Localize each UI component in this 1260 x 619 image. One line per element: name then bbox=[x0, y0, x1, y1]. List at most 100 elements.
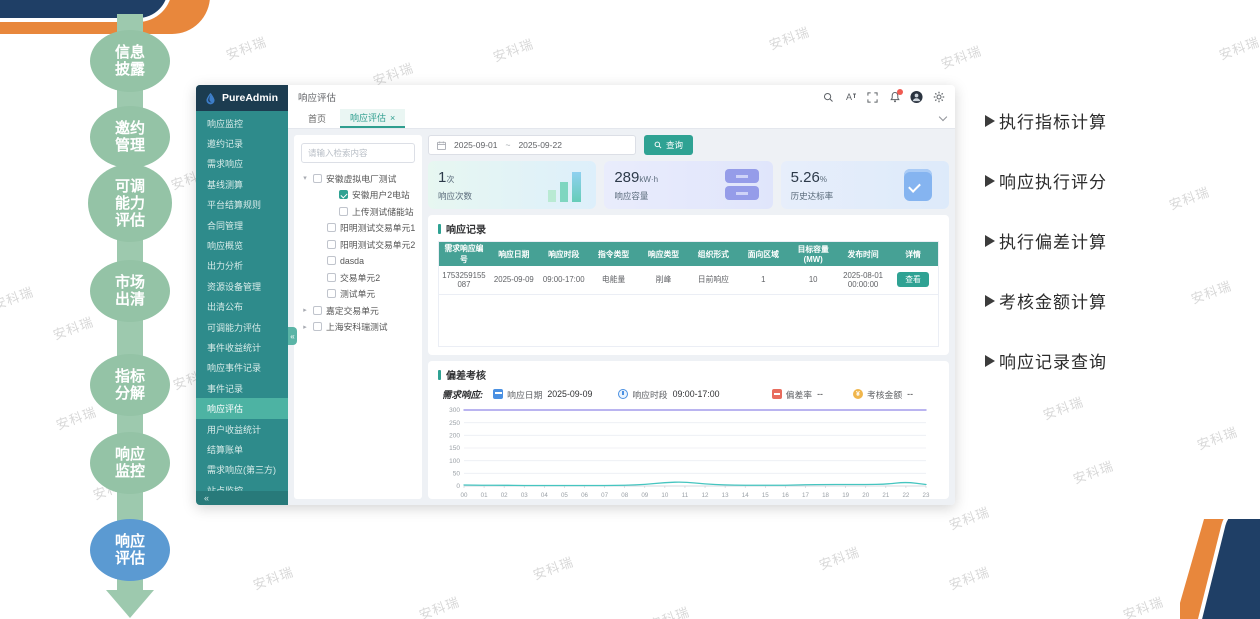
tree-node[interactable]: 交易单元2 bbox=[301, 269, 415, 286]
settings-gear-icon[interactable] bbox=[932, 91, 945, 104]
tab[interactable]: 首页 bbox=[298, 109, 340, 128]
user-avatar[interactable] bbox=[910, 91, 923, 104]
tree-node[interactable]: 上传测试储能站 bbox=[301, 203, 415, 220]
search-icon[interactable] bbox=[822, 91, 835, 104]
date-range-picker[interactable]: 2025-09-01 ~ 2025-09-22 bbox=[428, 135, 636, 155]
collapse-left-icon: « bbox=[204, 493, 209, 503]
tree-checkbox[interactable] bbox=[313, 174, 322, 183]
stat-card: 5.26% 历史达标率 bbox=[781, 161, 949, 209]
tree-checkbox[interactable] bbox=[339, 207, 348, 216]
sidebar-item[interactable]: 邀约记录 bbox=[196, 133, 288, 153]
brand-name: PureAdmin bbox=[222, 92, 278, 104]
view-details-button[interactable]: 查看 bbox=[897, 272, 929, 287]
tree-node[interactable]: ▸ 上海安科瑞测试 bbox=[301, 319, 415, 336]
fullscreen-icon[interactable] bbox=[866, 91, 879, 104]
table-header-cell: 指令类型 bbox=[589, 242, 639, 266]
tree-node[interactable]: 阳明测试交易单元2 bbox=[301, 236, 415, 253]
tree-checkbox[interactable] bbox=[327, 273, 336, 282]
tree-checkbox[interactable] bbox=[327, 289, 336, 298]
tree-checkbox[interactable] bbox=[327, 223, 336, 232]
tree-checkbox[interactable] bbox=[327, 240, 336, 249]
svg-text:12: 12 bbox=[702, 492, 709, 499]
sidebar: PureAdmin 响应监控 邀约记录 需求响应 bbox=[196, 85, 288, 505]
deviation-rate-icon bbox=[772, 389, 782, 399]
svg-text:05: 05 bbox=[561, 492, 568, 499]
navy-shape bbox=[1192, 519, 1260, 619]
stat-cards: 1次 响应次数 289kW·h 响应容量 bbox=[428, 161, 949, 209]
tabs-dropdown-icon[interactable] bbox=[939, 113, 947, 121]
sidebar-item[interactable]: 可调能力评估 bbox=[196, 317, 288, 337]
tree-node[interactable]: dasda bbox=[301, 253, 415, 270]
main-area: 响应评估 A bbox=[288, 85, 955, 505]
tree-node[interactable]: 安徽用户2电站 bbox=[301, 187, 415, 204]
sidebar-item[interactable]: 用户收益统计 bbox=[196, 419, 288, 439]
info-value: 2025-09-09 bbox=[547, 389, 592, 399]
svg-text:07: 07 bbox=[601, 492, 608, 499]
sidebar-item[interactable]: 事件收益统计 bbox=[196, 337, 288, 357]
sidebar-item[interactable]: 合同管理 bbox=[196, 215, 288, 235]
tree-caret-icon[interactable]: ▾ bbox=[301, 174, 309, 182]
svg-text:02: 02 bbox=[501, 492, 508, 499]
tree-checkbox[interactable] bbox=[313, 322, 322, 331]
calendar-icon bbox=[493, 389, 503, 399]
tree-node[interactable]: 测试单元 bbox=[301, 286, 415, 303]
svg-text:17: 17 bbox=[802, 492, 809, 499]
date-separator: ~ bbox=[505, 140, 510, 150]
flow-step-label: 响应 监控 bbox=[115, 446, 145, 480]
sidebar-item[interactable]: 出清公布 bbox=[196, 297, 288, 317]
tree-caret-icon[interactable]: ▸ bbox=[301, 323, 309, 331]
translate-icon[interactable]: A bbox=[844, 91, 857, 104]
table-header-cell: 响应时段 bbox=[539, 242, 589, 266]
tree-node[interactable]: 阳明测试交易单元1 bbox=[301, 220, 415, 237]
sidebar-item-label: 出清公布 bbox=[207, 300, 243, 313]
tree-node[interactable]: ▾ 安徽虚拟电厂测试 bbox=[301, 170, 415, 187]
tree-node-label: 交易单元2 bbox=[340, 271, 380, 284]
response-date-group: 响应日期 2025-09-09 bbox=[493, 388, 592, 401]
watermark-text: 安科瑞 bbox=[490, 33, 536, 65]
sidebar-item[interactable]: 事件记录 bbox=[196, 378, 288, 398]
sidebar-item-label: 用户收益统计 bbox=[207, 423, 261, 436]
notification-bell-icon[interactable] bbox=[888, 91, 901, 104]
sidebar-item[interactable]: 需求响应(第三方) bbox=[196, 460, 288, 480]
tree-checkbox[interactable] bbox=[327, 256, 336, 265]
sidebar-item-label: 结算账单 bbox=[207, 443, 243, 456]
tab-close-icon[interactable]: × bbox=[390, 113, 395, 123]
table-header-cell: 目标容量(MW) bbox=[788, 242, 838, 266]
sidebar-logo[interactable]: PureAdmin bbox=[196, 85, 288, 111]
sidebar-item[interactable]: 响应概览 bbox=[196, 235, 288, 255]
watermark-text: 安科瑞 bbox=[416, 591, 462, 619]
stat-icon bbox=[895, 166, 939, 204]
sidebar-item[interactable]: 结算账单 bbox=[196, 439, 288, 459]
svg-text:14: 14 bbox=[742, 492, 749, 499]
content-area: « ▾ 安徽虚拟电厂测试 bbox=[288, 129, 955, 505]
sidebar-item[interactable]: 需求响应 bbox=[196, 154, 288, 174]
svg-text:20: 20 bbox=[862, 492, 869, 499]
tree-node-label: 上海安科瑞测试 bbox=[326, 320, 388, 333]
sidebar-item[interactable]: 站点监控 bbox=[196, 480, 288, 491]
sidebar-item[interactable]: 响应评估 bbox=[196, 398, 288, 418]
sidebar-item[interactable]: 资源设备管理 bbox=[196, 276, 288, 296]
feature-bullet: 考核金额计算 bbox=[985, 288, 1107, 313]
panel-collapse-handle[interactable]: « bbox=[288, 327, 297, 345]
watermark-text: 安科瑞 bbox=[1070, 455, 1116, 487]
sidebar-item[interactable]: 响应事件记录 bbox=[196, 358, 288, 378]
sidebar-item[interactable]: 出力分析 bbox=[196, 256, 288, 276]
tree-checkbox[interactable] bbox=[339, 190, 348, 199]
stat-card: 1次 响应次数 bbox=[428, 161, 596, 209]
tree-search-input[interactable] bbox=[301, 143, 415, 163]
sidebar-item[interactable]: 基线测算 bbox=[196, 174, 288, 194]
sidebar-item[interactable]: 响应监控 bbox=[196, 113, 288, 133]
tab[interactable]: 响应评估 × bbox=[340, 109, 405, 128]
feature-bullet-label: 响应记录查询 bbox=[999, 348, 1107, 373]
tree-caret-icon[interactable]: ▸ bbox=[301, 306, 309, 314]
tab-label: 首页 bbox=[308, 112, 326, 125]
sidebar-item[interactable]: 平台结算规则 bbox=[196, 195, 288, 215]
watermark-text: 安科瑞 bbox=[1120, 591, 1166, 619]
flow-step-label: 邀约 管理 bbox=[115, 120, 145, 154]
tree-node[interactable]: ▸ 嘉定交易单元 bbox=[301, 302, 415, 319]
sidebar-item-label: 响应事件记录 bbox=[207, 361, 261, 374]
sidebar-collapse-bar[interactable]: « bbox=[196, 491, 288, 505]
query-button[interactable]: 查询 bbox=[644, 135, 693, 155]
right-column: 2025-09-01 ~ 2025-09-22 查询 bbox=[428, 135, 949, 499]
tree-checkbox[interactable] bbox=[313, 306, 322, 315]
